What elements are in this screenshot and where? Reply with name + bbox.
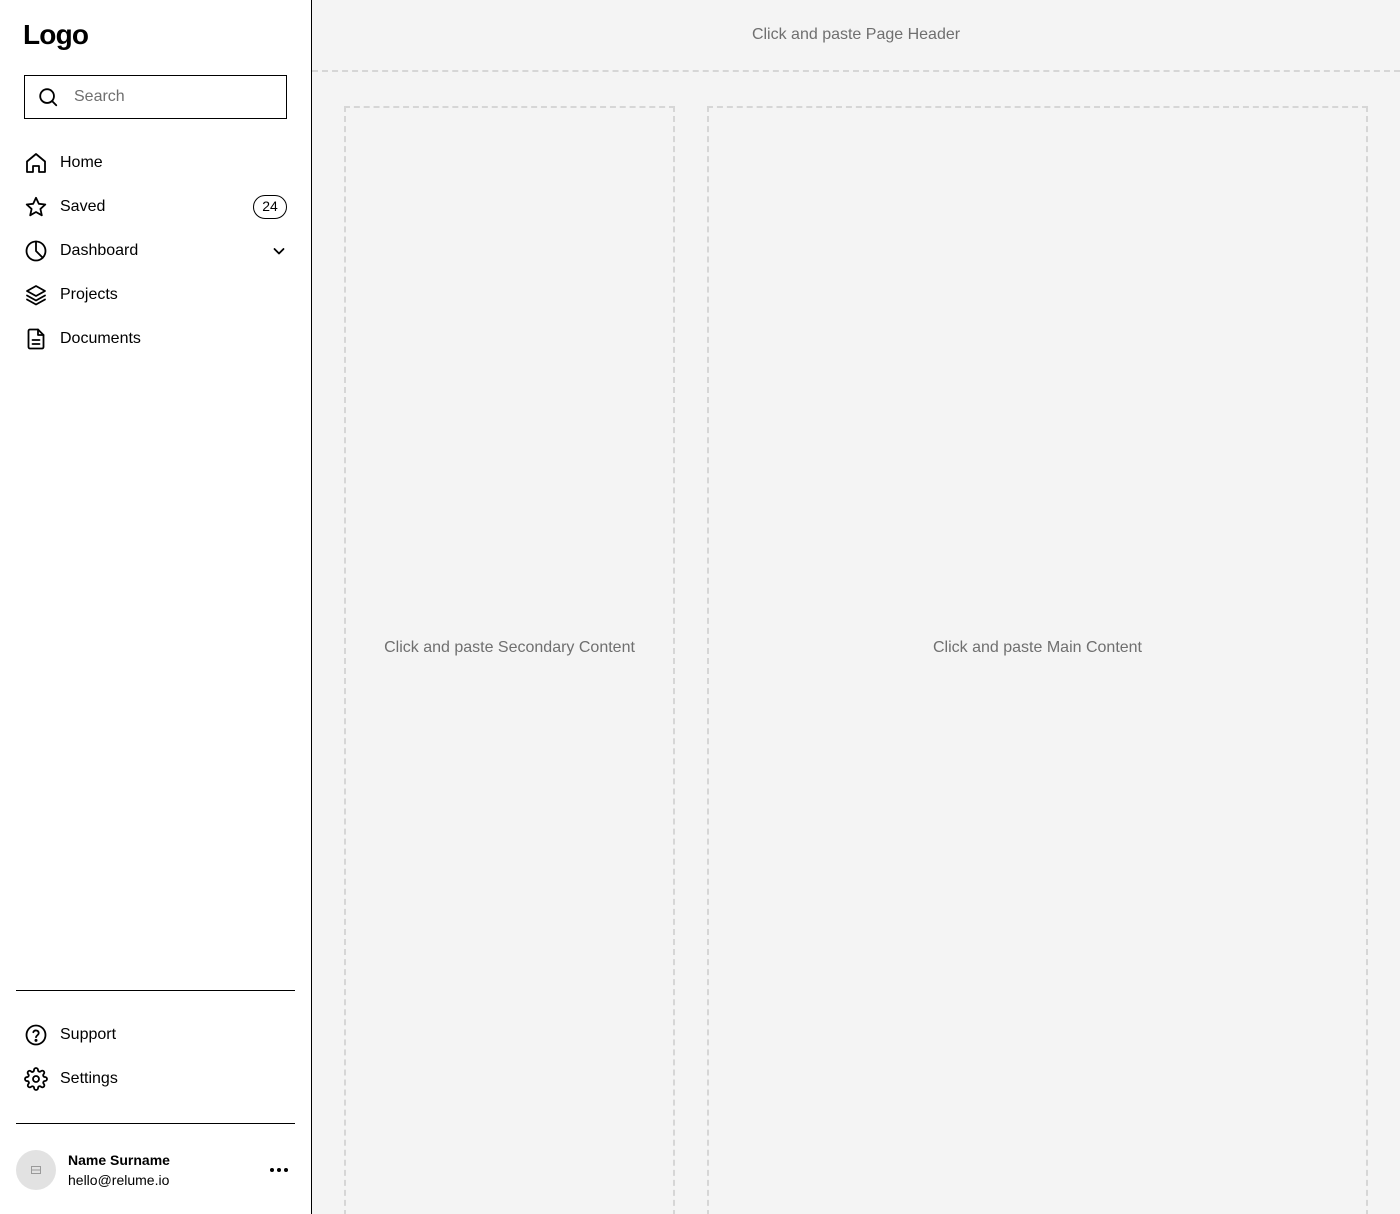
- nav-item-saved[interactable]: Saved 24: [24, 185, 287, 229]
- nav-item-settings[interactable]: Settings: [24, 1057, 287, 1101]
- nav-item-documents[interactable]: Documents: [24, 317, 287, 361]
- nav-item-support[interactable]: Support: [24, 1013, 287, 1057]
- user-name: Name Surname: [68, 1152, 170, 1168]
- layers-icon: [24, 283, 48, 307]
- secondary-nav: Support Settings: [24, 1013, 287, 1101]
- sidebar-divider: [16, 1123, 295, 1124]
- nav-item-projects[interactable]: Projects: [24, 273, 287, 317]
- main-area: Click and paste Page Header Click and pa…: [312, 0, 1400, 1214]
- page-header-placeholder: Click and paste Page Header: [751, 26, 961, 43]
- nav-item-label: Settings: [60, 1070, 118, 1087]
- document-icon: [24, 327, 48, 351]
- nav-item-label: Support: [60, 1026, 117, 1043]
- main-content-placeholder: Click and paste Main Content: [933, 639, 1142, 656]
- home-icon: [24, 151, 48, 175]
- app-shell: Logo Home: [0, 0, 1400, 1214]
- main-content-slot[interactable]: Click and paste Main Content: [707, 106, 1368, 1214]
- secondary-content-slot[interactable]: Click and paste Secondary Content: [344, 106, 675, 1214]
- user-email: hello@relume.io: [68, 1172, 170, 1188]
- primary-nav: Home Saved 24 Dashboard Projects Documen…: [24, 141, 287, 361]
- user-info: Name Surname hello@relume.io: [68, 1150, 267, 1190]
- sidebar-divider: [16, 990, 295, 991]
- pie-chart-icon: [24, 239, 48, 263]
- nav-item-label: Projects: [60, 286, 118, 303]
- star-icon: [24, 195, 48, 219]
- sidebar: Logo Home: [0, 0, 312, 1214]
- image-placeholder-icon: [31, 1166, 41, 1174]
- nav-item-dashboard[interactable]: Dashboard: [24, 229, 287, 273]
- nav-item-label: Home: [60, 154, 103, 171]
- search-box[interactable]: [24, 75, 287, 119]
- nav-item-label: Dashboard: [60, 242, 139, 259]
- nav-item-label: Saved: [60, 198, 106, 215]
- page-header-slot[interactable]: Click and paste Page Header: [312, 0, 1400, 72]
- search-icon: [37, 86, 59, 108]
- chevron-down-icon[interactable]: [271, 243, 287, 259]
- nav-item-home[interactable]: Home: [24, 141, 287, 185]
- logo[interactable]: Logo: [23, 18, 89, 52]
- help-circle-icon: [24, 1023, 48, 1047]
- more-options-icon[interactable]: [267, 1158, 291, 1182]
- user-profile: Name Surname hello@relume.io: [16, 1148, 295, 1192]
- search-input[interactable]: [72, 87, 266, 107]
- avatar[interactable]: [16, 1150, 56, 1190]
- secondary-content-placeholder: Click and paste Secondary Content: [384, 639, 635, 656]
- gear-icon: [24, 1067, 48, 1091]
- nav-item-label: Documents: [60, 330, 141, 347]
- saved-count-badge: 24: [253, 195, 287, 219]
